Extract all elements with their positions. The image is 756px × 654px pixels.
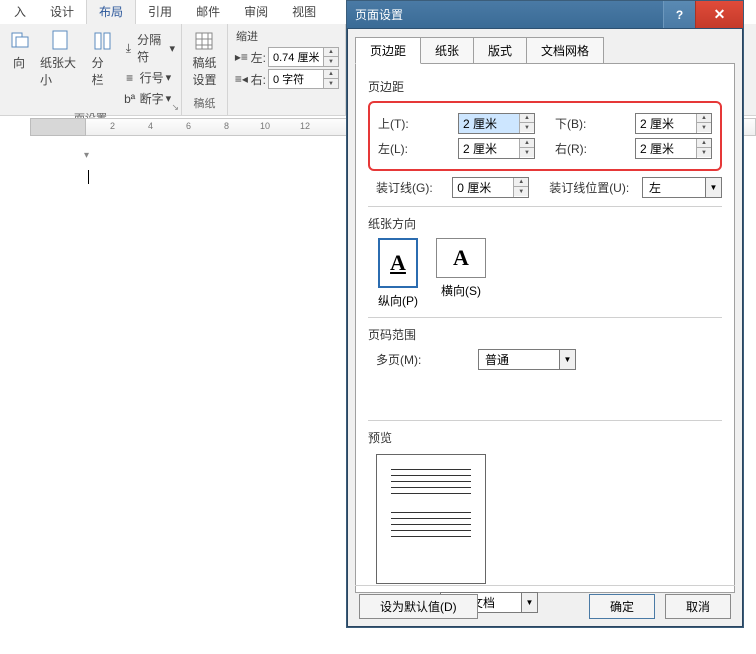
hyphenation-button[interactable]: bª断字 ▾ [122, 89, 175, 108]
cancel-button[interactable]: 取消 [665, 594, 731, 619]
text-cursor [88, 170, 89, 184]
spin-up[interactable]: ▲ [324, 48, 338, 57]
page-setup-dialog: 页面设置 ? ✕ 页边距 纸张 版式 文档网格 页边距 上(T): ▲▼ 下(B… [346, 0, 744, 628]
ribbon-tab-layout[interactable]: 布局 [86, 0, 136, 24]
preview-section-label: 预览 [368, 429, 722, 446]
tab-paper[interactable]: 纸张 [420, 37, 474, 64]
portrait-icon: A [390, 250, 406, 276]
ribbon-tab-design[interactable]: 设计 [38, 0, 86, 24]
pages-section-label: 页码范围 [368, 326, 722, 343]
ribbon-tab-mailings[interactable]: 邮件 [184, 0, 232, 24]
columns-icon [92, 30, 114, 52]
set-default-button[interactable]: 设为默认值(D) [359, 594, 478, 619]
multipage-combo[interactable]: 普通▼ [478, 349, 576, 370]
hyphenation-icon: bª [122, 91, 138, 107]
ribbon-tab-references[interactable]: 引用 [136, 0, 184, 24]
ok-button[interactable]: 确定 [589, 594, 655, 619]
columns-label: 分栏 [92, 54, 114, 88]
margin-top-input[interactable]: ▲▼ [458, 113, 535, 134]
dialog-tabstrip: 页边距 纸张 版式 文档网格 [347, 29, 743, 64]
margin-right-input[interactable]: ▲▼ [635, 138, 712, 159]
spin-down[interactable]: ▼ [324, 57, 338, 66]
help-button[interactable]: ? [663, 1, 695, 28]
dialog-title: 页面设置 [355, 6, 403, 23]
manuscript-label: 稿纸 设置 [192, 54, 216, 88]
line-numbers-button[interactable]: ≡行号 ▾ [122, 68, 175, 87]
margin-bottom-input[interactable]: ▲▼ [635, 113, 712, 134]
orientation-label: 向 [13, 54, 25, 71]
ribbon-tab-view[interactable]: 视图 [280, 0, 328, 24]
indent-right-row: ≡◂ 右: ▲▼ [234, 68, 339, 90]
ribbon-tab-review[interactable]: 审阅 [232, 0, 280, 24]
landscape-icon: A [453, 245, 469, 271]
margins-section-label: 页边距 [368, 78, 722, 95]
page-setup-launcher[interactable]: ↘ [171, 102, 179, 113]
multipage-label: 多页(M): [376, 351, 452, 368]
spin-down[interactable]: ▼ [324, 79, 338, 88]
margin-bottom-label: 下(B): [555, 115, 629, 132]
spin-up[interactable]: ▲ [324, 70, 338, 79]
landscape-label: 横向(S) [441, 282, 481, 299]
size-icon [50, 30, 72, 52]
orientation-section-label: 纸张方向 [368, 215, 722, 232]
document-area[interactable]: ▾ [0, 140, 346, 640]
landscape-button[interactable]: A 横向(S) [436, 238, 486, 309]
size-label: 纸张大小 [40, 54, 82, 88]
indent-right-icon: ≡◂ [234, 71, 249, 87]
manuscript-button[interactable]: 稿纸 设置 [190, 28, 218, 90]
indent-left-input[interactable]: ▲▼ [268, 47, 339, 67]
manuscript-group-label: 稿纸 [188, 93, 221, 115]
columns-button[interactable]: 分栏 [90, 28, 116, 90]
breaks-button[interactable]: ⤓分隔符 ▾ [122, 30, 175, 66]
gutter-label: 装订线(G): [376, 179, 446, 196]
tab-layout[interactable]: 版式 [473, 37, 527, 64]
tab-margins[interactable]: 页边距 [355, 37, 421, 64]
dialog-button-row: 设为默认值(D) 确定 取消 [355, 585, 735, 619]
indent-label: 缩进 [234, 28, 339, 46]
ribbon-tab-insert[interactable]: 入 [2, 0, 38, 24]
manuscript-icon [193, 30, 215, 52]
indent-marker[interactable]: ▾ [84, 150, 89, 161]
tab-body: 页边距 上(T): ▲▼ 下(B): ▲▼ 左(L): ▲▼ 右(R): ▲▼ … [355, 63, 735, 593]
dialog-titlebar[interactable]: 页面设置 ? ✕ [347, 1, 743, 29]
close-button[interactable]: ✕ [695, 1, 743, 28]
margin-left-input[interactable]: ▲▼ [458, 138, 535, 159]
margin-left-label: 左(L): [378, 140, 452, 157]
portrait-button[interactable]: A 纵向(P) [378, 238, 418, 309]
chevron-down-icon[interactable]: ▼ [705, 178, 721, 197]
chevron-down-icon[interactable]: ▼ [559, 350, 575, 369]
portrait-label: 纵向(P) [378, 292, 418, 309]
gutter-input[interactable]: ▲▼ [452, 177, 529, 198]
highlight-box: 上(T): ▲▼ 下(B): ▲▼ 左(L): ▲▼ 右(R): ▲▼ [368, 101, 722, 171]
indent-right-input[interactable]: ▲▼ [268, 69, 339, 89]
margin-top-label: 上(T): [378, 115, 452, 132]
orientation-icon [8, 30, 30, 52]
gutter-pos-label: 装订线位置(U): [549, 179, 636, 196]
line-numbers-icon: ≡ [122, 70, 138, 86]
preview-box [376, 454, 486, 584]
tab-grid[interactable]: 文档网格 [526, 37, 604, 64]
indent-left-row: ▸≡ 左: ▲▼ [234, 46, 339, 68]
orientation-button[interactable]: 向 [6, 28, 32, 73]
margin-right-label: 右(R): [555, 140, 629, 157]
gutter-pos-combo[interactable]: 左▼ [642, 177, 722, 198]
indent-left-icon: ▸≡ [234, 49, 249, 65]
breaks-icon: ⤓ [122, 40, 135, 56]
size-button[interactable]: 纸张大小 [38, 28, 84, 90]
